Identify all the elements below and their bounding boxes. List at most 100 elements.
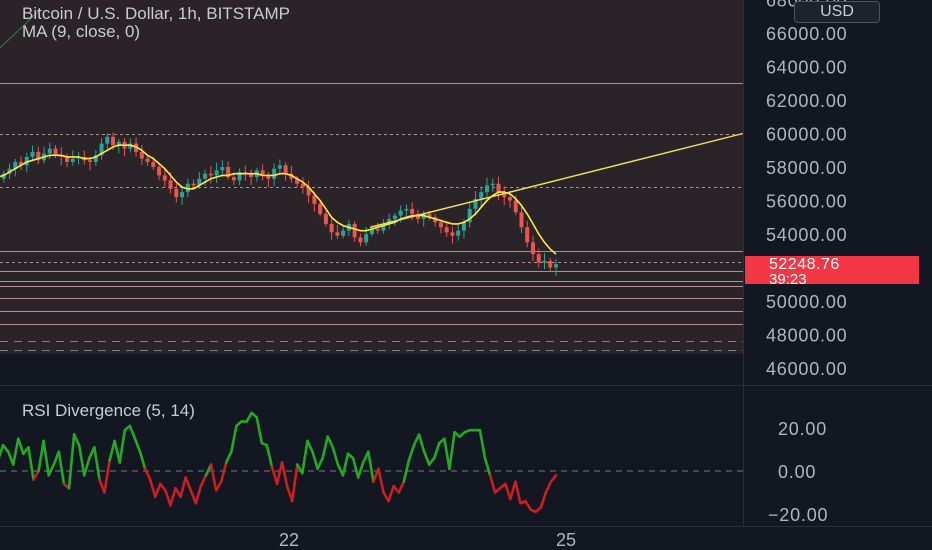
candle [548, 260, 553, 268]
candle [450, 232, 455, 236]
rsi-segment [488, 473, 497, 494]
rsi-segment [422, 450, 431, 466]
rsi-segment [316, 456, 324, 471]
rsi-segment [306, 439, 314, 453]
candle [151, 161, 156, 167]
price-axis[interactable]: 46000.0048000.0050000.0052000.0054000.00… [766, 0, 847, 379]
rsi-segment [148, 478, 157, 499]
candle [70, 158, 75, 162]
rsi-segment [377, 467, 385, 494]
rsi-segment [164, 489, 172, 507]
time-axis[interactable]: 22 25 [279, 530, 576, 550]
candle [461, 222, 466, 231]
candle [519, 212, 524, 228]
candle [507, 197, 512, 201]
candle [398, 210, 403, 216]
rsi-segment [301, 439, 309, 475]
rsi-segment [32, 469, 40, 481]
candle [404, 208, 409, 211]
rsi-segment [351, 456, 360, 479]
candle [191, 183, 196, 186]
candle [410, 208, 415, 214]
rsi-segment [133, 437, 142, 453]
currency-button[interactable]: USD [794, 1, 880, 23]
rsi-segment [138, 450, 147, 471]
candle [358, 237, 363, 243]
rsi-segment [67, 433, 76, 490]
rsi-segment [397, 480, 406, 494]
price-pane-background [0, 0, 743, 354]
candle [364, 234, 369, 243]
candle [214, 170, 219, 176]
time-tick-label: 22 [279, 530, 299, 550]
rsi-segment [367, 450, 375, 484]
time-tick-label: 25 [556, 530, 576, 550]
rsi-segment [57, 450, 66, 486]
candle [484, 185, 489, 193]
rsi-segment [326, 435, 335, 449]
rsi-segment [478, 428, 487, 460]
candle [283, 165, 288, 174]
candle [203, 173, 208, 179]
rsi-segment [509, 480, 517, 501]
price-tick-label: 46000.00 [766, 359, 847, 379]
candle [162, 175, 167, 181]
symbol-title[interactable]: Bitcoin / U.S. Dollar, 1h, BITSTAMP [22, 4, 290, 24]
candle [139, 151, 144, 159]
rsi-segment [118, 428, 127, 464]
rsi-segment [245, 411, 253, 423]
rsi-segment [275, 461, 284, 486]
price-tick-label: 60000.00 [766, 125, 847, 145]
rsi-segment [108, 439, 116, 462]
candle [392, 215, 397, 219]
rsi-segment [503, 482, 512, 501]
rsi-segment [331, 446, 340, 466]
rsi-segment [270, 465, 279, 486]
rsi-segment [443, 437, 451, 471]
ma-legend[interactable]: MA (9, close, 0) [22, 22, 140, 42]
rsi-segment [27, 446, 35, 481]
rsi-segment [356, 461, 365, 479]
rsi-segment [169, 486, 177, 507]
rsi-tick-label: 0.00 [778, 462, 816, 482]
rsi-segment [93, 446, 101, 481]
candle [335, 232, 340, 236]
rsi-segment [524, 499, 532, 512]
candle [496, 183, 501, 193]
price-tick-label: 58000.00 [766, 158, 847, 178]
candle [329, 223, 334, 233]
candle [554, 264, 558, 268]
candle [208, 173, 213, 176]
candle [542, 260, 547, 263]
candle [444, 227, 449, 233]
price-tick-label: 66000.00 [766, 24, 847, 44]
candle [111, 136, 116, 146]
rsi-segment [37, 439, 45, 473]
rsi-segment [311, 450, 319, 471]
rsi-legend[interactable]: RSI Divergence (5, 14) [22, 401, 195, 421]
candle [65, 156, 70, 162]
rsi-pane[interactable] [0, 411, 743, 514]
rsi-tick-label: 20.00 [778, 419, 827, 439]
rsi-segment [153, 482, 162, 499]
candle [157, 167, 162, 176]
candle [479, 192, 484, 199]
candle [323, 213, 328, 224]
candle [277, 165, 282, 169]
candle [456, 230, 461, 236]
rsi-segment [280, 461, 289, 488]
candle [318, 203, 323, 214]
price-tick-label: 56000.00 [766, 192, 847, 212]
rsi-segment [103, 458, 111, 494]
rsi-segment [128, 424, 137, 441]
candle [272, 168, 277, 179]
price-tick-label: 54000.00 [766, 225, 847, 245]
candle [341, 230, 346, 236]
rsi-segment [209, 463, 218, 492]
rsi-segment [417, 433, 426, 453]
candle [105, 136, 110, 144]
rsi-segment [549, 473, 558, 484]
rsi-segment [0, 443, 5, 459]
rsi-segment [16, 437, 25, 456]
rsi-segment [265, 443, 274, 469]
